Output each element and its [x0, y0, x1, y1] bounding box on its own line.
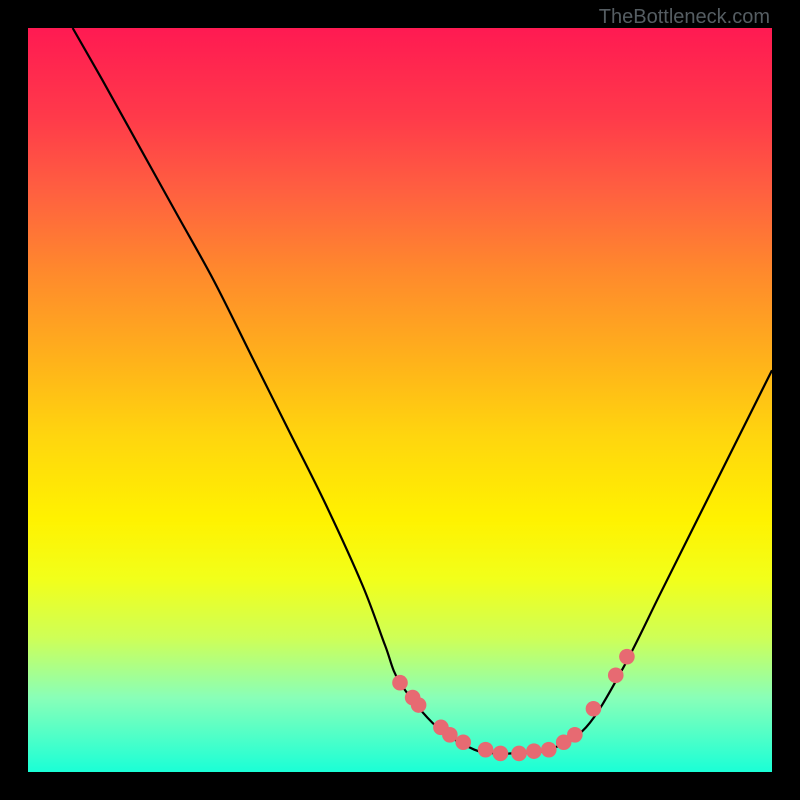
- curve-marker: [411, 697, 427, 713]
- curve-marker: [541, 742, 557, 758]
- plot-area: [28, 28, 772, 772]
- curve-marker: [493, 746, 509, 762]
- curve-marker: [511, 746, 527, 762]
- curve-marker: [608, 667, 624, 683]
- curve-marker: [586, 701, 602, 717]
- curve-marker: [526, 743, 542, 759]
- curve-marker: [619, 649, 635, 665]
- curve-marker: [455, 734, 471, 750]
- curve-marker: [392, 675, 408, 691]
- bottleneck-curve: [28, 28, 772, 772]
- chart-container: TheBottleneck.com: [0, 0, 800, 800]
- curve-marker: [478, 742, 494, 758]
- attribution-text: TheBottleneck.com: [599, 6, 770, 29]
- curve-marker: [442, 727, 458, 743]
- curve-marker: [567, 727, 583, 743]
